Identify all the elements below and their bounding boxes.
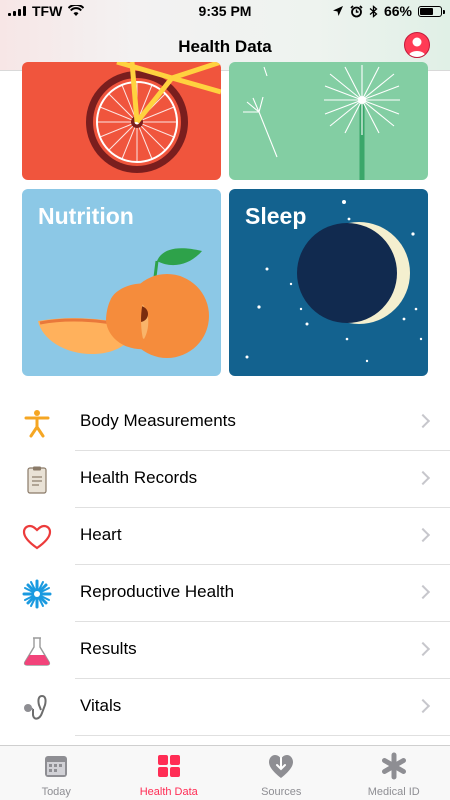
list-item-label: Reproductive Health xyxy=(80,582,235,601)
flask-icon xyxy=(23,637,51,666)
sleep-tile[interactable]: Sleep xyxy=(229,189,428,376)
list-item-label: Vitals xyxy=(80,696,122,715)
chevron-right-icon xyxy=(415,641,431,657)
category-list: Body Measurements Health Records Heart R… xyxy=(0,394,450,736)
tab-medical-id[interactable]: Medical ID xyxy=(338,746,450,800)
tab-sources[interactable]: Sources xyxy=(225,746,338,800)
battery-icon xyxy=(418,5,445,17)
clipboard-icon xyxy=(27,466,47,494)
tab-label: Today xyxy=(41,786,71,798)
nutrition-label: Nutrition xyxy=(38,203,134,229)
tab-label: Health Data xyxy=(139,786,198,798)
tab-label: Sources xyxy=(261,786,302,798)
status-bar: TFW 9:35 PM 66% xyxy=(0,0,450,24)
location-icon xyxy=(332,6,343,16)
nutrition-tile[interactable]: Nutrition xyxy=(22,189,221,376)
bluetooth-icon xyxy=(369,4,378,18)
list-item-label: Body Measurements xyxy=(80,411,236,430)
sleep-label: Sleep xyxy=(245,203,307,229)
list-item-results[interactable]: Results xyxy=(0,622,450,679)
chevron-right-icon xyxy=(415,527,431,543)
bicycle-illustration xyxy=(86,62,221,173)
heart-icon xyxy=(22,524,52,550)
list-item-label: Results xyxy=(80,639,137,658)
chevron-right-icon xyxy=(415,413,431,429)
calendar-icon xyxy=(45,756,68,777)
stethoscope-icon xyxy=(24,695,47,720)
tab-bar: Today Health Data Sources Medical ID xyxy=(0,745,450,800)
mindfulness-tile[interactable] xyxy=(229,62,428,180)
chevron-right-icon xyxy=(415,584,431,600)
snowflake-icon xyxy=(22,579,52,609)
tab-today[interactable]: Today xyxy=(0,746,113,800)
page-title: Health Data xyxy=(178,37,272,56)
list-item-label: Heart xyxy=(80,525,122,544)
alarm-icon xyxy=(350,4,363,17)
list-item-health-records[interactable]: Health Records xyxy=(0,451,450,508)
activity-tile[interactable] xyxy=(22,62,221,180)
dandelion-illustration xyxy=(243,65,400,180)
list-item-vitals[interactable]: Vitals xyxy=(0,679,450,736)
profile-icon[interactable] xyxy=(404,32,430,58)
list-item-label: Health Records xyxy=(80,468,198,487)
tab-label: Medical ID xyxy=(367,786,420,798)
list-item-heart[interactable]: Heart xyxy=(0,508,450,565)
asterisk-icon xyxy=(381,752,406,780)
heart-arrow-icon xyxy=(269,755,294,778)
battery-percent: 66% xyxy=(383,3,412,19)
figure-icon xyxy=(24,410,50,438)
tab-health-data[interactable]: Health Data xyxy=(113,746,226,800)
grid-icon xyxy=(157,755,180,777)
list-item-reproductive-health[interactable]: Reproductive Health xyxy=(0,565,450,622)
chevron-right-icon xyxy=(415,470,431,486)
list-item-body-measurements[interactable]: Body Measurements xyxy=(0,394,450,451)
chevron-right-icon xyxy=(415,698,431,714)
